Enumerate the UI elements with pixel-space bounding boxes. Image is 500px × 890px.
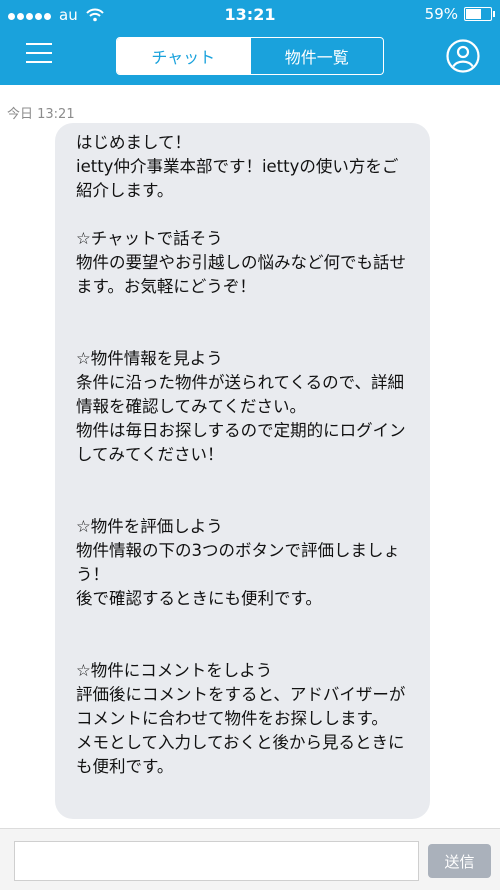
status-bar: au 13:21 59% bbox=[0, 0, 500, 30]
battery-icon bbox=[464, 7, 495, 21]
chat-area[interactable]: 今日 13:21 はじめまして！ ietty仲介事業本部です！iettyの使い方… bbox=[0, 85, 500, 828]
message-bubble: はじめまして！ ietty仲介事業本部です！iettyの使い方をご紹介します。 … bbox=[55, 123, 430, 819]
user-profile-icon[interactable] bbox=[446, 39, 480, 73]
hamburger-menu-icon[interactable] bbox=[26, 43, 52, 65]
battery-percentage: 59% bbox=[424, 5, 458, 23]
status-bar-right: 59% bbox=[424, 5, 495, 23]
tab-property-list[interactable]: 物件一覧 bbox=[249, 38, 384, 74]
nav-bar: チャット 物件一覧 bbox=[0, 30, 500, 85]
tab-chat[interactable]: チャット bbox=[117, 38, 250, 74]
message-input[interactable] bbox=[14, 841, 419, 881]
message-composer: 送信 bbox=[0, 828, 500, 890]
send-button[interactable]: 送信 bbox=[428, 844, 491, 878]
segmented-tabs: チャット 物件一覧 bbox=[116, 37, 384, 75]
message-timestamp: 今日 13:21 bbox=[7, 107, 75, 122]
